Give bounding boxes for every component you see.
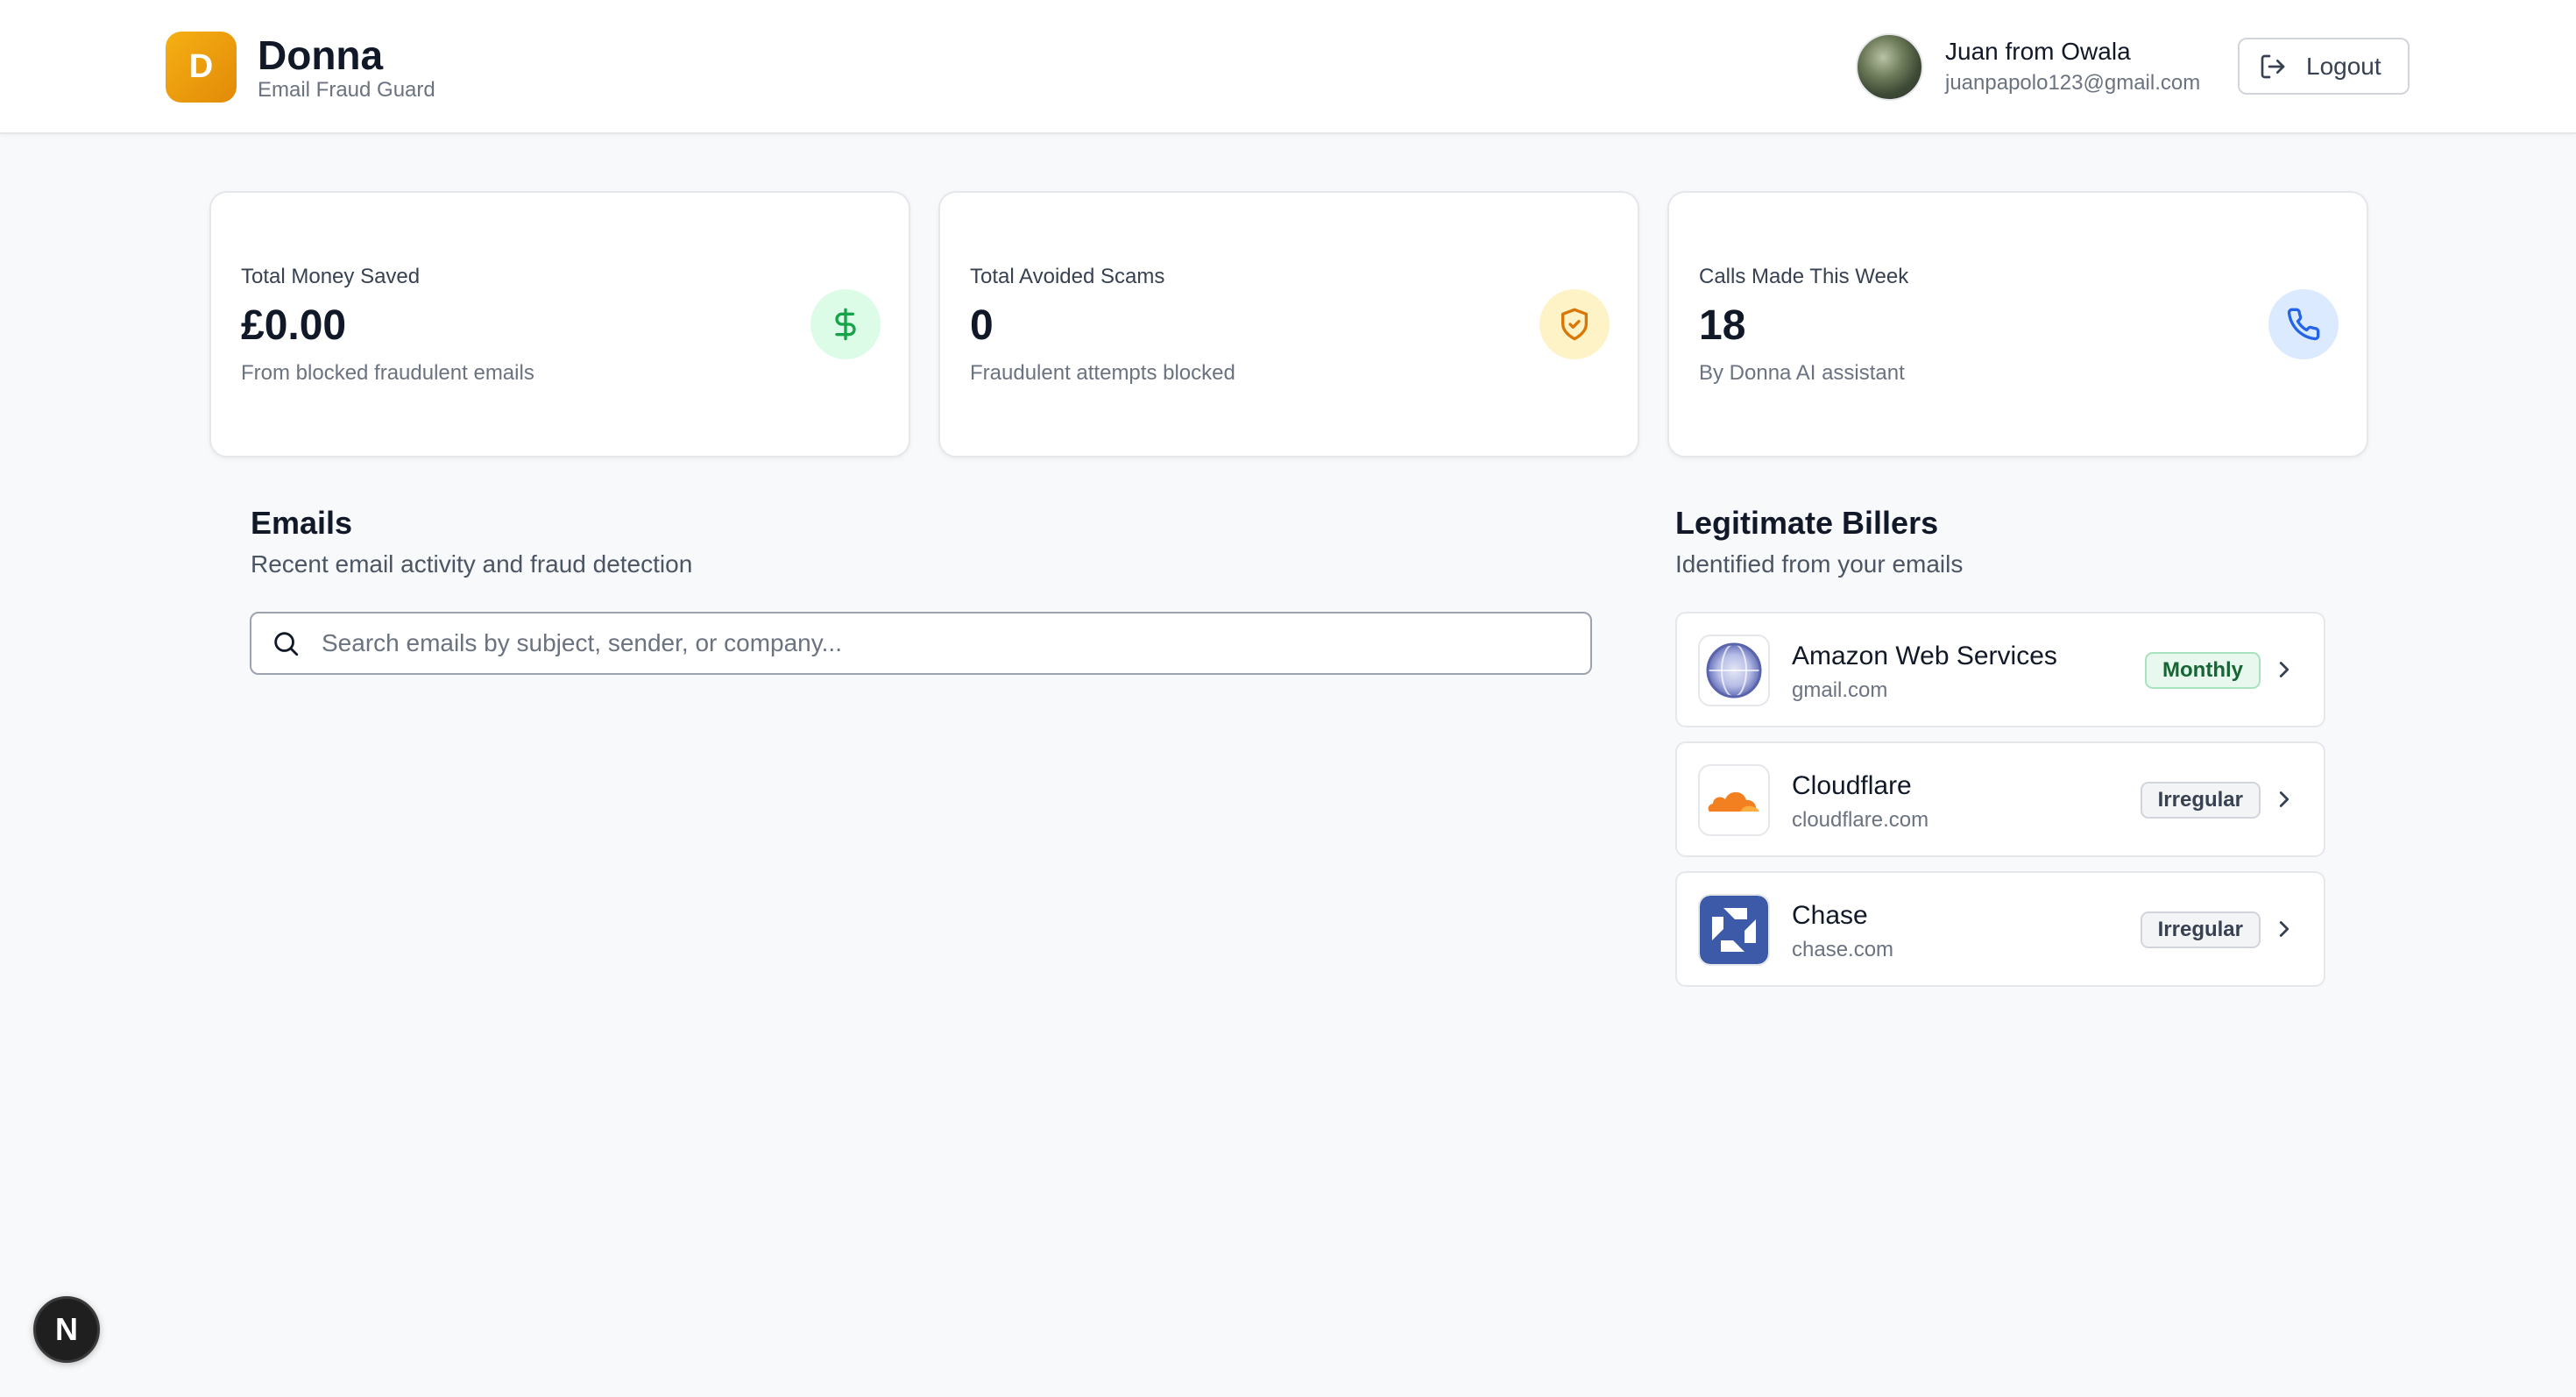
email-search-input[interactable] — [322, 629, 1548, 657]
search-icon — [274, 632, 299, 656]
user-email: juanpapolo123@gmail.com — [1945, 71, 2201, 95]
biller-domain: chase.com — [1792, 938, 1894, 961]
stat-card-calls-made: Calls Made This Week 18 By Donna AI assi… — [1667, 191, 2368, 457]
chevron-right-icon — [2279, 791, 2289, 807]
cloudflare-logo — [1698, 764, 1770, 836]
stat-value: £0.00 — [241, 302, 347, 349]
stat-label: Total Avoided Scams — [970, 265, 1165, 288]
frequency-badge: Irregular — [2140, 911, 2261, 948]
emails-title: Emails — [251, 505, 353, 541]
stat-label: Calls Made This Week — [1699, 265, 1909, 288]
biller-item-amazon-web-services[interactable]: Amazon Web Services gmail.com Monthly — [1675, 612, 2325, 727]
nextjs-dev-badge-letter: N — [55, 1311, 78, 1347]
biller-name: Cloudflare — [1792, 771, 1912, 800]
biller-domain: cloudflare.com — [1792, 808, 1929, 832]
stat-desc: From blocked fraudulent emails — [241, 361, 534, 385]
stat-desc: Fraudulent attempts blocked — [970, 361, 1235, 385]
phone-icon — [2268, 289, 2339, 359]
stat-value: 18 — [1699, 302, 1746, 349]
stat-card-money-saved: Total Money Saved £0.00 From blocked fra… — [209, 191, 910, 457]
shield-check-icon — [1539, 289, 1610, 359]
app-logo[interactable]: D — [166, 32, 237, 103]
stat-value: 0 — [970, 302, 994, 349]
biller-domain: gmail.com — [1792, 678, 1888, 702]
nextjs-dev-badge[interactable]: N — [33, 1296, 100, 1363]
top-header: D Donna Email Fraud Guard Juan from Owal… — [0, 0, 2576, 134]
billers-subtitle: Identified from your emails — [1675, 550, 1964, 578]
chase-logo — [1698, 894, 1770, 966]
frequency-badge: Monthly — [2145, 652, 2261, 689]
stat-desc: By Donna AI assistant — [1699, 361, 1905, 385]
user-avatar[interactable] — [1856, 33, 1923, 101]
user-name: Juan from Owala — [1945, 38, 2131, 65]
frequency-badge: Irregular — [2140, 782, 2261, 819]
billers-title: Legitimate Billers — [1675, 505, 1939, 541]
biller-item-chase[interactable]: Chase chase.com Irregular — [1675, 871, 2325, 987]
biller-name: Chase — [1792, 901, 1868, 930]
logout-icon — [2261, 54, 2285, 78]
logout-label: Logout — [2306, 52, 2381, 80]
stat-label: Total Money Saved — [241, 265, 421, 288]
email-search-box[interactable] — [250, 612, 1592, 675]
logout-button[interactable]: Logout — [2238, 38, 2410, 95]
emails-subtitle: Recent email activity and fraud detectio… — [251, 550, 693, 578]
biller-item-cloudflare[interactable]: Cloudflare cloudflare.com Irregular — [1675, 741, 2325, 857]
globe-icon — [1698, 635, 1770, 706]
app-name: Donna — [258, 32, 384, 78]
stat-card-avoided-scams: Total Avoided Scams 0 Fraudulent attempt… — [938, 191, 1639, 457]
dollar-icon — [810, 289, 881, 359]
app-tagline: Email Fraud Guard — [258, 78, 435, 102]
chevron-right-icon — [2279, 921, 2289, 937]
chevron-right-icon — [2279, 662, 2289, 677]
app-logo-letter: D — [188, 48, 214, 85]
biller-name: Amazon Web Services — [1792, 642, 2057, 670]
